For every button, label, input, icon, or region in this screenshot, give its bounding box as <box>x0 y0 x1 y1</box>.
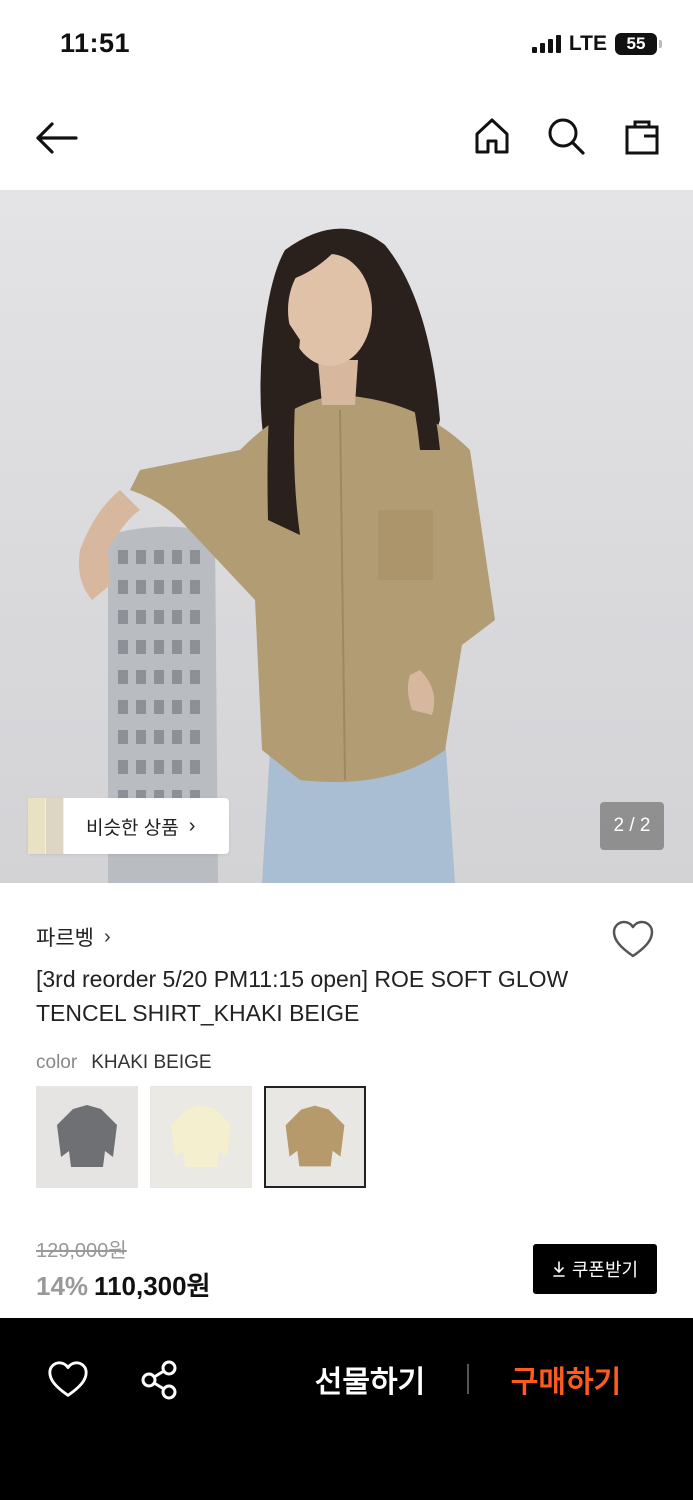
product-image[interactable]: 비슷한 상품 › 2 / 2 <box>0 190 693 883</box>
status-bar: 11:51 LTE 55 <box>0 0 693 90</box>
discount-rate: 14% <box>36 1271 89 1301</box>
top-nav <box>0 90 693 190</box>
color-value: KHAKI BEIGE <box>91 1052 212 1073</box>
original-price: 129,000원 <box>36 1240 127 1262</box>
wishlist-button[interactable] <box>610 918 656 962</box>
coupon-button[interactable]: 쿠폰받기 <box>533 1244 657 1294</box>
shirt-thumbnail-icon <box>171 1105 231 1167</box>
image-page-counter: 2 / 2 <box>600 802 664 850</box>
shopping-bag-icon <box>625 120 659 155</box>
heart-icon <box>48 1361 88 1397</box>
brand-link[interactable]: 파르벵 › <box>36 922 111 952</box>
gift-button[interactable]: 선물하기 <box>290 1354 450 1404</box>
button-divider <box>467 1364 469 1394</box>
shirt-thumbnail-icon <box>285 1105 345 1167</box>
color-swatches <box>36 1086 366 1188</box>
heart-icon <box>612 920 654 958</box>
cart-button[interactable] <box>620 114 664 158</box>
coupon-label: 쿠폰받기 <box>571 1260 639 1280</box>
home-button[interactable] <box>470 114 514 158</box>
chevron-right-icon: › <box>103 925 111 948</box>
search-icon <box>548 118 585 155</box>
status-indicators: LTE 55 <box>531 32 662 56</box>
bottom-wishlist-button[interactable] <box>46 1358 90 1402</box>
product-title: [3rd reorder 5/20 PM11:15 open] ROE SOFT… <box>36 966 569 1026</box>
share-icon <box>141 1360 177 1400</box>
arrow-left-icon <box>36 122 78 154</box>
signal-icon <box>531 35 561 53</box>
color-swatch-khaki-beige[interactable] <box>264 1086 366 1188</box>
color-label: color <box>36 1052 78 1073</box>
download-icon <box>553 1261 565 1277</box>
shirt-thumbnail-icon <box>57 1105 117 1167</box>
status-time: 11:51 <box>60 28 131 58</box>
buy-button[interactable]: 구매하기 <box>486 1354 646 1404</box>
network-label: LTE <box>568 32 607 55</box>
share-button[interactable] <box>138 1358 182 1402</box>
bottom-action-bar: 선물하기 구매하기 <box>0 1318 693 1500</box>
price-row: 14% 110,300원 <box>36 1266 211 1303</box>
battery-icon: 55 <box>615 33 662 55</box>
home-icon <box>475 118 509 154</box>
color-swatch-cream[interactable] <box>150 1086 252 1188</box>
chevron-right-icon: › <box>188 814 196 837</box>
product-photo <box>78 228 495 883</box>
search-button[interactable] <box>544 114 588 158</box>
back-button[interactable] <box>32 116 82 160</box>
color-swatch-charcoal[interactable] <box>36 1086 138 1188</box>
similar-products-label: 비슷한 상품 <box>86 817 179 839</box>
similar-products-button[interactable]: 비슷한 상품 › <box>28 798 229 854</box>
sale-price: 110,300원 <box>94 1271 211 1301</box>
similar-products-thumbnails <box>28 798 64 854</box>
color-selection: color KHAKI BEIGE <box>36 1052 212 1074</box>
brand-name: 파르벵 <box>36 927 94 950</box>
